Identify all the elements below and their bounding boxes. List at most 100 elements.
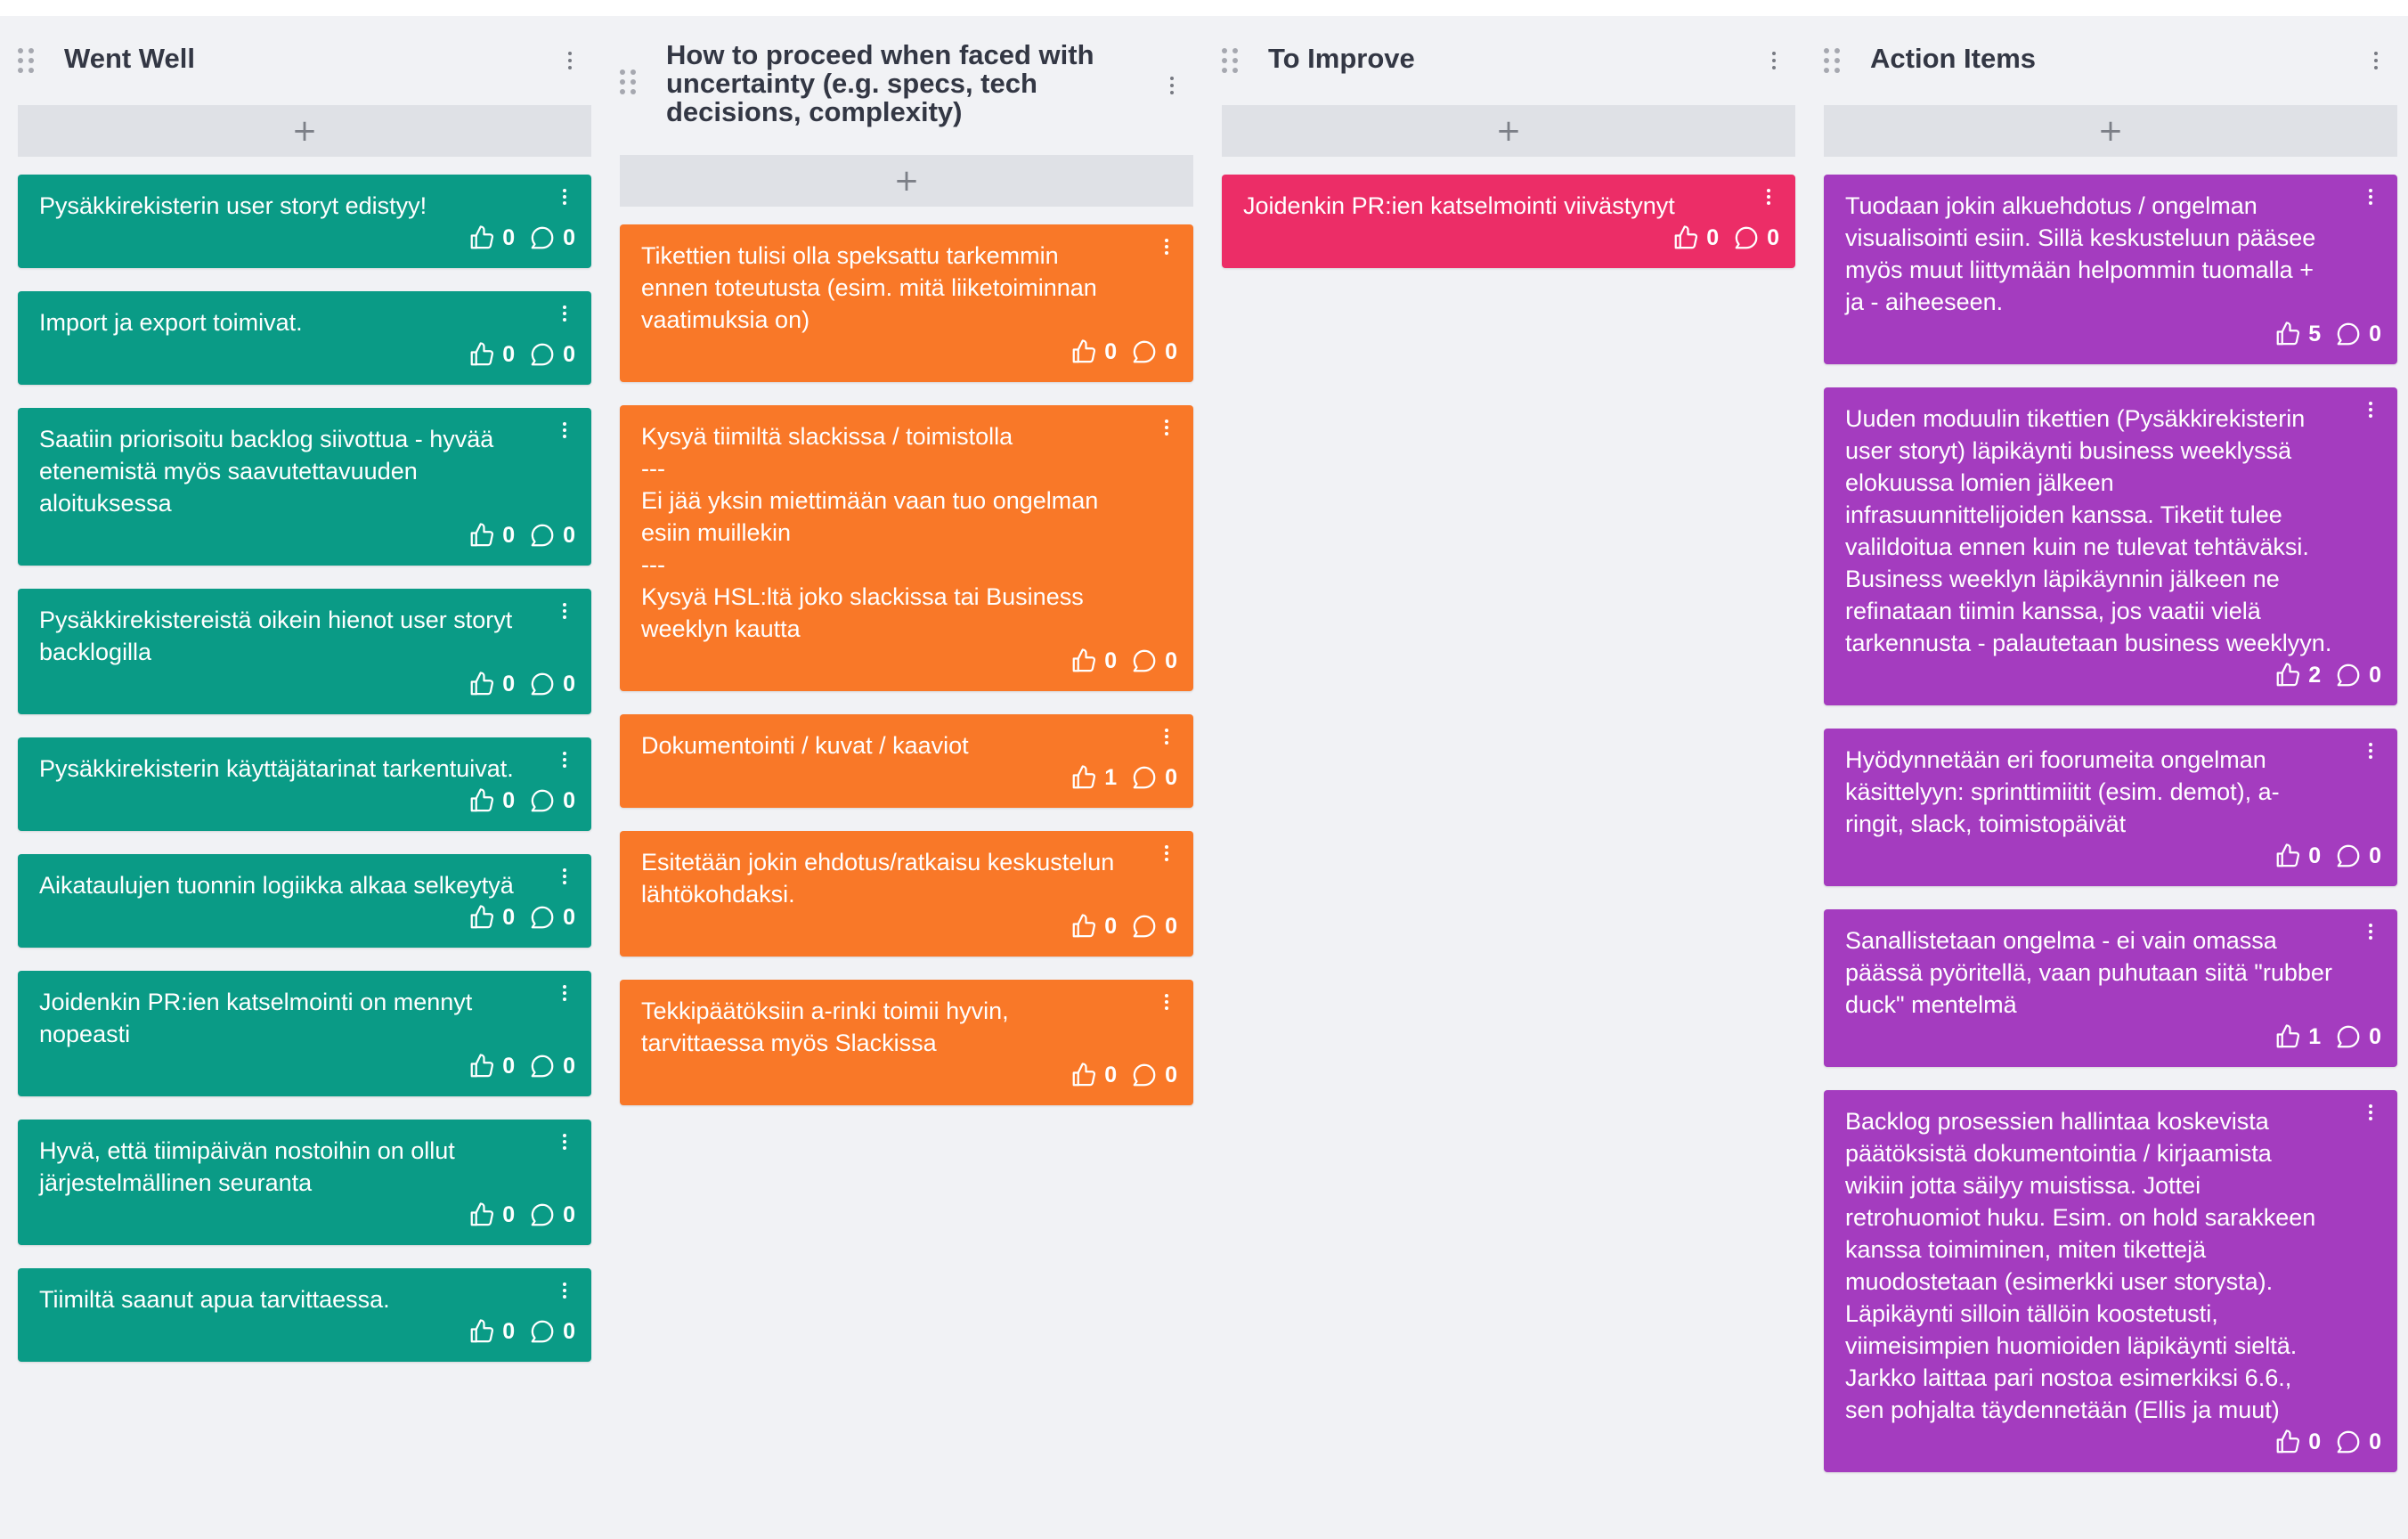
kebab-menu-icon[interactable] [561, 752, 568, 768]
retro-card[interactable]: Joidenkin PR:ien katselmointi on mennyt … [18, 971, 591, 1096]
kebab-menu-icon[interactable] [1163, 239, 1170, 255]
comment-button[interactable]: 0 [2335, 843, 2381, 869]
comment-button[interactable]: 0 [2335, 321, 2381, 347]
retro-card[interactable]: Pysäkkirekistereistä oikein hienot user … [18, 589, 591, 714]
comment-count: 0 [563, 1318, 575, 1344]
retro-card[interactable]: Import ja export toimivat. 0 0 [18, 291, 591, 385]
comment-button[interactable]: 0 [529, 787, 575, 814]
retro-card[interactable]: Esitetään jokin ehdotus/ratkaisu keskust… [620, 831, 1193, 957]
retro-card[interactable]: Hyvä, että tiimipäivän nostoihin on ollu… [18, 1120, 591, 1245]
kebab-menu-icon[interactable] [561, 189, 568, 205]
vote-button[interactable]: 0 [1070, 647, 1117, 674]
vote-button[interactable]: 0 [468, 671, 515, 697]
vote-button[interactable]: 1 [2274, 1023, 2321, 1050]
kebab-menu-icon[interactable] [1163, 729, 1170, 745]
retro-card[interactable]: Joidenkin PR:ien katselmointi viivästyny… [1222, 175, 1795, 268]
vote-button[interactable]: 0 [2274, 843, 2321, 869]
vote-button[interactable]: 0 [468, 1318, 515, 1345]
vote-button[interactable]: 0 [1070, 338, 1117, 365]
kebab-menu-icon[interactable] [561, 985, 568, 1001]
kebab-menu-icon[interactable] [561, 422, 568, 438]
retro-card[interactable]: Tikettien tulisi olla speksattu tarkemmi… [620, 224, 1193, 382]
comment-button[interactable]: 0 [529, 341, 575, 368]
kebab-menu-icon[interactable] [2367, 402, 2374, 418]
comment-button[interactable]: 0 [2335, 662, 2381, 688]
kebab-menu-icon[interactable] [2367, 1104, 2374, 1120]
retro-card[interactable]: Tiimiltä saanut apua tarvittaessa. 0 0 [18, 1268, 591, 1362]
vote-button[interactable]: 2 [2274, 662, 2321, 688]
kebab-menu-icon[interactable] [561, 1282, 568, 1299]
vote-button[interactable]: 0 [468, 341, 515, 368]
retro-card[interactable]: Pysäkkirekisterin käyttäjätarinat tarken… [18, 737, 591, 831]
comment-button[interactable]: 0 [1131, 338, 1177, 365]
comment-button[interactable]: 0 [1131, 764, 1177, 791]
retro-card[interactable]: Tuodaan jokin alkuehdotus / ongelman vis… [1824, 175, 2397, 364]
vote-button[interactable]: 0 [468, 904, 515, 931]
vote-button[interactable]: 0 [468, 787, 515, 814]
kebab-menu-icon[interactable] [561, 1134, 568, 1150]
vote-button[interactable]: 0 [468, 224, 515, 251]
comment-button[interactable]: 0 [529, 671, 575, 697]
comment-button[interactable]: 0 [1131, 1062, 1177, 1088]
vote-count: 0 [502, 787, 516, 813]
column-header: Action Items [1824, 16, 2397, 105]
kebab-menu-icon[interactable] [1765, 189, 1772, 205]
comment-button[interactable]: 0 [529, 224, 575, 251]
vote-button[interactable]: 5 [2274, 321, 2321, 347]
comment-button[interactable]: 0 [529, 522, 575, 549]
drag-handle-icon[interactable] [1222, 48, 1243, 73]
kebab-menu-icon[interactable] [1770, 52, 1778, 69]
comment-button[interactable]: 0 [529, 904, 575, 931]
kebab-menu-icon[interactable] [1163, 845, 1170, 861]
retro-card[interactable]: Uuden moduulin tikettien (Pysäkkirekiste… [1824, 387, 2397, 705]
vote-button[interactable]: 0 [1672, 224, 1719, 251]
vote-button[interactable]: 0 [1070, 1062, 1117, 1088]
kebab-menu-icon[interactable] [561, 603, 568, 619]
retro-card[interactable]: Aikataulujen tuonnin logiikka alkaa selk… [18, 854, 591, 948]
retro-card[interactable]: Hyödynnetään eri foorumeita ongelman käs… [1824, 729, 2397, 886]
retro-card[interactable]: Tekkipäätöksiin a-rinki toimii hyvin, ta… [620, 980, 1193, 1105]
comment-button[interactable]: 0 [2335, 1429, 2381, 1455]
card-footer: 5 0 [1845, 318, 2381, 350]
retro-card[interactable]: Kysyä tiimiltä slackissa / toimistolla -… [620, 405, 1193, 691]
kebab-menu-icon[interactable] [566, 52, 574, 69]
kebab-menu-icon[interactable] [2372, 52, 2380, 69]
comment-button[interactable]: 0 [1733, 224, 1779, 251]
vote-button[interactable]: 0 [2274, 1429, 2321, 1455]
comment-button[interactable]: 0 [1131, 913, 1177, 940]
retro-card[interactable]: Dokumentointi / kuvat / kaaviot 1 0 [620, 714, 1193, 808]
add-card-button[interactable]: + [18, 105, 591, 157]
kebab-menu-icon[interactable] [1163, 994, 1170, 1010]
kebab-menu-icon[interactable] [1168, 77, 1176, 94]
thumbs-up-icon [2274, 1023, 2301, 1050]
drag-handle-icon[interactable] [1824, 48, 1845, 73]
drag-handle-icon[interactable] [18, 48, 39, 73]
add-card-button[interactable]: + [1824, 105, 2397, 157]
comment-button[interactable]: 0 [2335, 1023, 2381, 1050]
comment-bubble-icon [529, 1318, 556, 1345]
drag-handle-icon[interactable] [620, 69, 641, 94]
kebab-menu-icon[interactable] [2367, 924, 2374, 940]
vote-button[interactable]: 0 [468, 1053, 515, 1079]
kebab-menu-icon[interactable] [561, 305, 568, 322]
kebab-menu-icon[interactable] [2367, 189, 2374, 205]
retro-card[interactable]: Saatiin priorisoitu backlog siivottua - … [18, 408, 591, 566]
add-card-button[interactable]: + [1222, 105, 1795, 157]
retro-card[interactable]: Pysäkkirekisterin user storyt edistyy! 0 [18, 175, 591, 268]
retro-card[interactable]: Sanallistetaan ongelma - ei vain omassa … [1824, 909, 2397, 1067]
card-footer: 1 0 [1845, 1021, 2381, 1053]
comment-button[interactable]: 0 [529, 1053, 575, 1079]
kebab-menu-icon[interactable] [561, 868, 568, 884]
add-card-button[interactable]: + [620, 155, 1193, 207]
vote-button[interactable]: 0 [468, 522, 515, 549]
vote-button[interactable]: 1 [1070, 764, 1117, 791]
vote-button[interactable]: 0 [1070, 913, 1117, 940]
kebab-menu-icon[interactable] [2367, 743, 2374, 759]
comment-button[interactable]: 0 [529, 1201, 575, 1228]
vote-button[interactable]: 0 [468, 1201, 515, 1228]
kebab-menu-icon[interactable] [1163, 419, 1170, 436]
comment-button[interactable]: 0 [529, 1318, 575, 1345]
retro-card[interactable]: Backlog prosessien hallintaa koskevista … [1824, 1090, 2397, 1472]
comment-button[interactable]: 0 [1131, 647, 1177, 674]
comment-count: 0 [563, 671, 575, 696]
